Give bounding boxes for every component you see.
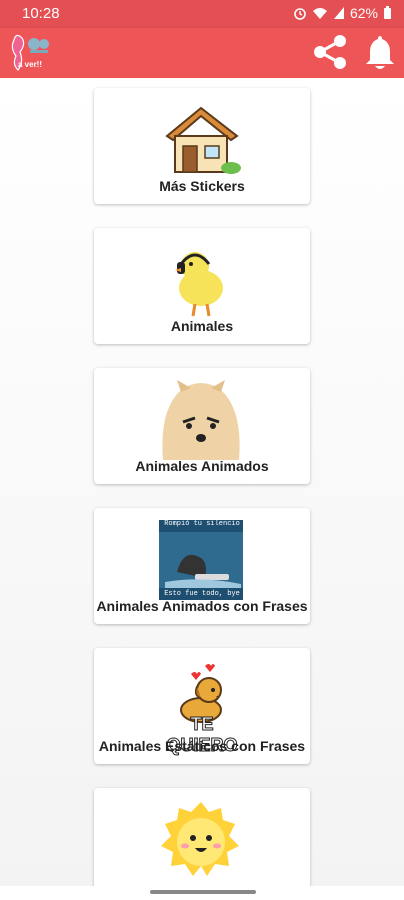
category-label: Animales [170, 318, 234, 334]
gesture-handle[interactable] [150, 890, 256, 894]
meme-bottom-text: Esto fue todo, bye [164, 590, 240, 598]
signal-icon [333, 7, 344, 19]
status-time: 10:28 [22, 5, 60, 22]
category-card-animales-animados[interactable]: Animales Animados [94, 368, 310, 484]
category-label: Animales Estáticos con Frases [98, 738, 306, 754]
cat-meme-icon [159, 520, 243, 600]
category-label: Animales Animados con Frases [96, 598, 308, 614]
category-label: Más Stickers [159, 178, 245, 194]
house-icon [165, 106, 241, 174]
chick-icon [175, 252, 223, 317]
status-bar: 10:28 62% [0, 0, 404, 28]
bell-icon[interactable] [362, 32, 398, 72]
logo-text: a ver!! [18, 60, 43, 69]
battery-icon [384, 6, 391, 19]
status-icons: 62% [293, 5, 392, 21]
share-icon[interactable] [310, 32, 350, 72]
wifi-icon [312, 8, 327, 19]
category-list[interactable]: Más Stickers Animales Animales Animados [0, 78, 404, 886]
category-card-animales-estaticos-con-frases[interactable]: TE QUIERO Animales Estáticos con Frases [94, 648, 310, 764]
category-card-animales[interactable]: Animales [94, 228, 310, 344]
pomeranian-icon [159, 380, 243, 460]
category-card-animales-animados-con-frases[interactable]: Rompió tu silencio Esto fue todo, bye An… [94, 508, 310, 624]
battery-percent: 62% [349, 5, 378, 21]
category-card-sun[interactable] [94, 788, 310, 886]
system-nav-bar [0, 886, 404, 900]
category-label: Animales Animados [135, 458, 269, 474]
sun-icon [161, 802, 239, 876]
alarm-icon [294, 8, 306, 20]
app-bar: a ver!! [0, 28, 404, 78]
category-card-mas-stickers[interactable]: Más Stickers [94, 88, 310, 204]
meme-top-text: Rompió tu silencio [164, 520, 240, 528]
